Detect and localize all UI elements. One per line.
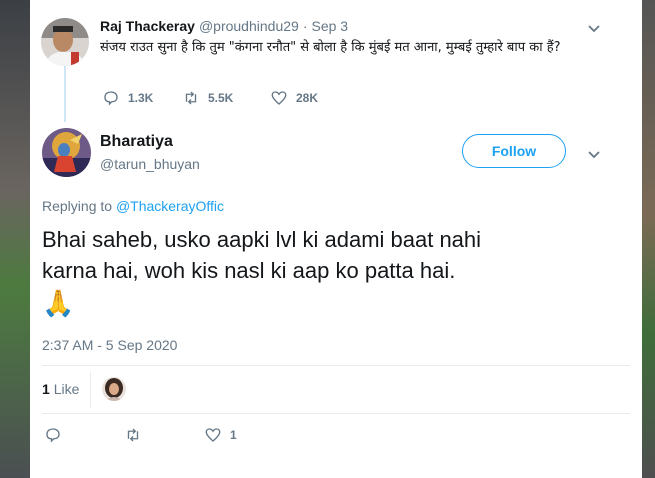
retweet-icon xyxy=(127,428,139,442)
chevron-down-icon[interactable] xyxy=(586,146,602,162)
reply-icon xyxy=(46,428,60,443)
like-action[interactable]: 1 xyxy=(204,426,237,444)
parent-like-action[interactable]: 28K xyxy=(270,89,318,107)
likes-summary[interactable]: 1 Like xyxy=(42,381,79,397)
author-display-name[interactable]: Bharatiya xyxy=(100,133,173,151)
author-handle[interactable]: @tarun_bhuyan xyxy=(100,156,200,172)
parent-handle[interactable]: @proudhindu29 xyxy=(199,18,299,34)
parent-retweet-action[interactable]: 5.5K xyxy=(182,89,270,107)
tweet-timestamp[interactable]: 2:37 AM - 5 Sep 2020 xyxy=(42,337,177,353)
likes-count: 1 xyxy=(42,381,50,397)
replying-prefix: Replying to xyxy=(42,198,113,214)
parent-like-count: 28K xyxy=(296,91,319,105)
divider xyxy=(42,365,630,366)
chevron-down-icon[interactable] xyxy=(586,20,602,36)
tweet-text-line2: karna hai, woh kis nasl ki aap ko patta … xyxy=(42,258,456,283)
background-right xyxy=(640,0,655,478)
parent-retweet-count: 5.5K xyxy=(208,91,234,105)
likes-label: Like xyxy=(53,381,80,397)
like-action-count: 1 xyxy=(230,428,237,442)
parent-display-name[interactable]: Raj Thackeray xyxy=(100,18,195,34)
heart-icon xyxy=(205,428,221,442)
author-avatar[interactable] xyxy=(42,128,91,177)
praying-hands-emoji: 🙏 xyxy=(42,288,75,318)
retweet-icon xyxy=(185,91,197,105)
replying-to: Replying to @ThackerayOffic xyxy=(42,198,224,214)
parent-date[interactable]: Sep 3 xyxy=(311,18,348,34)
parent-avatar[interactable] xyxy=(41,18,89,66)
parent-reply-action[interactable]: 1.3K xyxy=(102,89,182,107)
thread-line xyxy=(64,66,66,122)
parent-tweet-text: संजय राउत सुना है कि तुम "कंगना रनौत" से… xyxy=(100,40,561,55)
tweet-text-line1: Bhai saheb, usko aapki lvl ki adami baat… xyxy=(42,227,482,252)
reply-action[interactable] xyxy=(44,426,124,444)
parent-reply-count: 1.3K xyxy=(128,91,154,105)
retweet-action[interactable] xyxy=(124,426,204,444)
reply-icon xyxy=(104,91,118,106)
heart-icon xyxy=(271,91,287,105)
replying-to-link[interactable]: @ThackerayOffic xyxy=(116,198,224,214)
likes-separator xyxy=(90,372,91,408)
liker-avatar[interactable] xyxy=(102,377,126,401)
follow-button[interactable]: Follow xyxy=(462,134,566,168)
divider xyxy=(42,413,630,414)
parent-separator: · xyxy=(302,18,308,34)
tweet-card: Raj Thackeray @proudhindu29 · Sep 3 संजय… xyxy=(30,0,642,478)
tweet-text: Bhai saheb, usko aapki lvl ki adami baat… xyxy=(42,224,622,320)
